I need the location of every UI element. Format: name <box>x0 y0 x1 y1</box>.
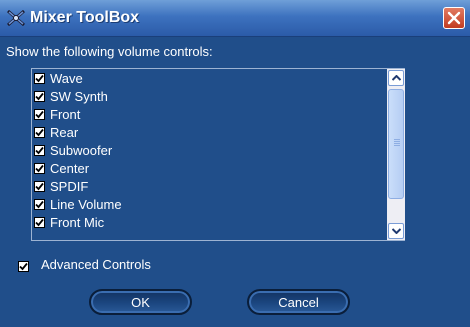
checkbox[interactable] <box>34 144 45 156</box>
check-icon <box>35 200 44 208</box>
list-item-subwoofer[interactable]: Subwoofer <box>34 141 112 159</box>
vertical-scrollbar[interactable] <box>387 69 405 240</box>
check-icon <box>35 92 44 100</box>
check-icon <box>35 218 44 226</box>
controls-prompt: Show the following volume controls: <box>6 44 213 59</box>
list-item-label: Center <box>50 160 90 176</box>
list-item-label: Front <box>50 106 81 122</box>
check-icon <box>35 128 44 136</box>
arrow-up-icon <box>392 75 401 81</box>
grip-line <box>394 145 400 146</box>
list-viewport: Wave SW Synth Front Rear Subwoofer Cente… <box>32 69 387 240</box>
grip-line <box>394 139 400 140</box>
list-item-label: SPDIF <box>50 178 89 194</box>
list-item-rear[interactable]: Rear <box>34 123 78 141</box>
checkbox[interactable] <box>34 126 45 138</box>
list-item-line-volume[interactable]: Line Volume <box>34 195 122 213</box>
close-icon <box>447 11 461 25</box>
list-item-front[interactable]: Front <box>34 105 80 123</box>
list-item-label: SW Synth <box>50 88 108 104</box>
list-item-center[interactable]: Center <box>34 159 89 177</box>
checkbox[interactable] <box>34 162 45 174</box>
title-bar[interactable]: Mixer ToolBox <box>0 0 470 37</box>
advanced-controls-label[interactable]: Advanced Controls <box>41 257 151 272</box>
window-title: Mixer ToolBox <box>30 9 140 26</box>
arrow-down-icon <box>392 228 401 234</box>
checkbox[interactable] <box>34 108 45 120</box>
check-icon <box>19 262 28 271</box>
grip-line <box>394 141 400 142</box>
close-button[interactable] <box>443 7 465 29</box>
ok-button[interactable]: OK <box>89 289 192 315</box>
volume-controls-list[interactable]: Wave SW Synth Front Rear Subwoofer Cente… <box>31 68 405 241</box>
mixer-app-icon <box>7 9 25 27</box>
check-icon <box>35 164 44 172</box>
advanced-controls-checkbox[interactable] <box>18 261 29 272</box>
scroll-up-button[interactable] <box>388 70 404 86</box>
checkbox[interactable] <box>34 198 45 210</box>
checkbox[interactable] <box>34 180 45 192</box>
list-item-label: Front Mic <box>50 214 105 230</box>
list-item-sw-synth[interactable]: SW Synth <box>34 87 108 105</box>
checkbox[interactable] <box>34 216 45 228</box>
list-item-label: Rear <box>50 124 79 140</box>
scroll-down-button[interactable] <box>388 223 404 239</box>
list-item-spdif[interactable]: SPDIF <box>34 177 88 195</box>
list-item-label: Subwoofer <box>50 142 113 158</box>
check-icon <box>35 74 44 82</box>
mixer-toolbox-dialog: Mixer ToolBox Show the following volume … <box>0 0 470 327</box>
check-icon <box>35 110 44 118</box>
cancel-button[interactable]: Cancel <box>247 289 350 315</box>
check-icon <box>35 182 44 190</box>
checkbox[interactable] <box>34 72 45 84</box>
grip-line <box>394 143 400 144</box>
check-icon <box>35 146 44 154</box>
scroll-thumb[interactable] <box>388 89 404 199</box>
checkbox[interactable] <box>34 90 45 102</box>
list-item-wave[interactable]: Wave <box>34 69 83 87</box>
list-item-label: Wave <box>50 70 83 86</box>
list-item-label: Line Volume <box>50 196 122 212</box>
list-item-front-mic[interactable]: Front Mic <box>34 213 104 231</box>
